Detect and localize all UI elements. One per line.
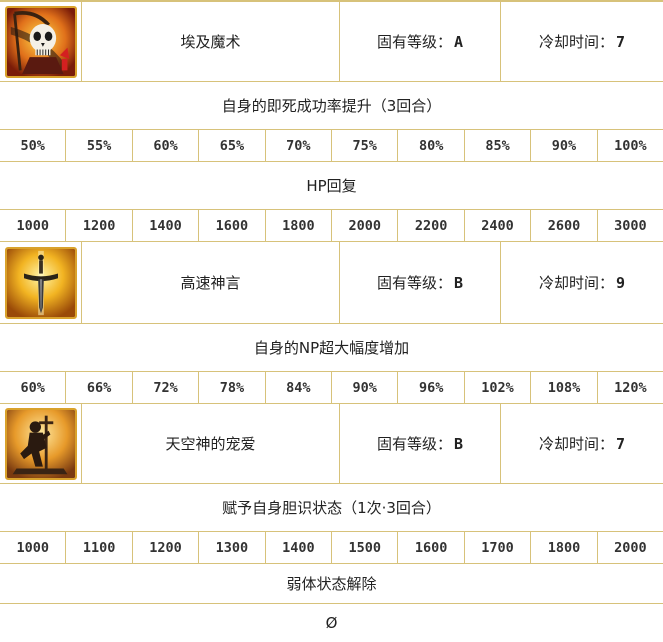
effect-value-3-2: Ø — [325, 614, 338, 632]
value-cell: 90% — [332, 372, 399, 403]
value-cell: 1600 — [199, 210, 266, 241]
value-cell: 102% — [465, 372, 532, 403]
value-cell: 1100 — [66, 532, 133, 563]
value-cell: 1000 — [0, 532, 67, 563]
rank-label: 固有等级： — [376, 33, 452, 51]
skill-name-3: 天空神的宠爱 — [82, 404, 340, 483]
value-cell: 1600 — [398, 532, 465, 563]
skill-cooldown-2: 冷却时间： 9 — [501, 242, 663, 323]
rank-value: B — [453, 434, 464, 453]
value-cell: 60% — [133, 130, 200, 161]
value-cell: 1800 — [266, 210, 333, 241]
rank-value: B — [453, 273, 464, 292]
rank-label: 固有等级： — [376, 435, 452, 453]
skill-table: 埃及魔术 固有等级： A 冷却时间： 7 自身的即死成功率提升（3回合） 50% 5… — [0, 0, 663, 642]
value-cell: 1300 — [199, 532, 266, 563]
skill-rank-2: 固有等级： B — [340, 242, 501, 323]
cooldown-label: 冷却时间： — [538, 435, 614, 453]
value-cell: 2000 — [332, 210, 399, 241]
rank-value: A — [453, 32, 464, 51]
value-cell: 50% — [0, 130, 67, 161]
skill-rank-1: 固有等级： A — [340, 2, 501, 81]
value-cell: 2400 — [465, 210, 532, 241]
effect-label-3-2: 弱体状态解除 — [0, 564, 663, 604]
value-cell: 1800 — [531, 532, 598, 563]
effect-label-1-1: 自身的即死成功率提升（3回合） — [0, 82, 663, 130]
effect-label-1-2: HP回复 — [0, 162, 663, 210]
value-cell: 2200 — [398, 210, 465, 241]
value-cell: 55% — [66, 130, 133, 161]
effect-values-2-1: 60% 66% 72% 78% 84% 90% 96% 102% 108% 12… — [0, 372, 663, 404]
cooldown-value: 7 — [615, 32, 626, 51]
cooldown-value: 7 — [615, 434, 626, 453]
value-cell: 1500 — [332, 532, 399, 563]
skill-header-3: 天空神的宠爱 固有等级： B 冷却时间： 7 — [0, 404, 663, 484]
value-cell: 2000 — [614, 539, 647, 556]
value-cell: 90% — [531, 130, 598, 161]
skill-icon-cell-2 — [0, 242, 82, 323]
value-cell: 120% — [614, 379, 647, 396]
cooldown-label: 冷却时间： — [538, 33, 614, 51]
value-cell: 75% — [332, 130, 399, 161]
kneeling-knight-icon — [4, 407, 77, 480]
value-cell: 65% — [199, 130, 266, 161]
skill-cooldown-3: 冷却时间： 7 — [501, 404, 663, 483]
value-cell: 72% — [133, 372, 200, 403]
value-cell: 108% — [531, 372, 598, 403]
skill-header-2: 高速神言 固有等级： B 冷却时间： 9 — [0, 242, 663, 324]
value-cell: 70% — [266, 130, 333, 161]
value-cell: 84% — [266, 372, 333, 403]
rank-label: 固有等级： — [376, 274, 452, 292]
value-cell: 60% — [0, 372, 67, 403]
effect-label-2-1: 自身的NP超大幅度增加 — [0, 324, 663, 372]
value-cell: 1700 — [465, 532, 532, 563]
value-cell: 96% — [398, 372, 465, 403]
value-cell: 1000 — [0, 210, 67, 241]
effect-values-1-1: 50% 55% 60% 65% 70% 75% 80% 85% 90% 100% — [0, 130, 663, 162]
effect-values-3-1: 1000 1100 1200 1300 1400 1500 1600 1700 … — [0, 532, 663, 564]
value-cell: 100% — [614, 137, 647, 154]
value-cell: 1400 — [266, 532, 333, 563]
skull-reaper-icon — [4, 5, 77, 78]
value-cell: 80% — [398, 130, 465, 161]
skill-name-1: 埃及魔术 — [82, 2, 340, 81]
sword-icon — [4, 246, 77, 319]
effect-label-3-1: 赋予自身胆识状态（1次·3回合） — [0, 484, 663, 532]
effect-values-1-2: 1000 1200 1400 1600 1800 2000 2200 2400 … — [0, 210, 663, 242]
value-cell: 85% — [465, 130, 532, 161]
skill-icon-cell-3 — [0, 404, 82, 483]
skill-icon-cell-1 — [0, 2, 82, 81]
skill-cooldown-1: 冷却时间： 7 — [501, 2, 663, 81]
skill-header-1: 埃及魔术 固有等级： A 冷却时间： 7 — [0, 2, 663, 82]
skill-rank-3: 固有等级： B — [340, 404, 501, 483]
value-cell: 78% — [199, 372, 266, 403]
value-cell: 1200 — [133, 532, 200, 563]
value-cell: 1400 — [133, 210, 200, 241]
value-cell: 3000 — [614, 217, 647, 234]
cooldown-label: 冷却时间： — [538, 274, 614, 292]
value-cell: 66% — [66, 372, 133, 403]
value-cell: 2600 — [531, 210, 598, 241]
value-cell: 1200 — [66, 210, 133, 241]
skill-name-2: 高速神言 — [82, 242, 340, 323]
cooldown-value: 9 — [615, 273, 626, 292]
